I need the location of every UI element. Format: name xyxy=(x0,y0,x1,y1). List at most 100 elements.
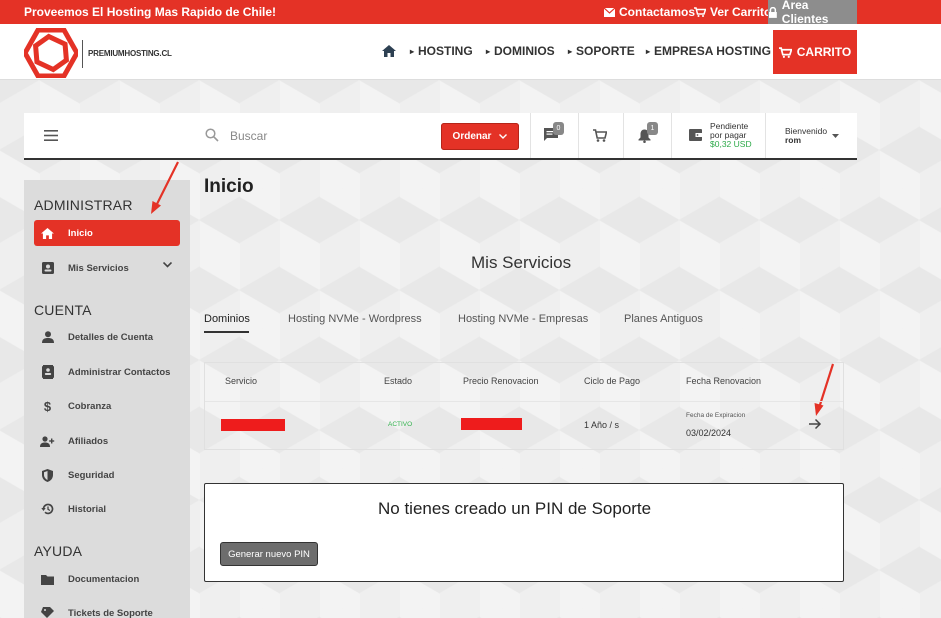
client-area-label: Area Clientes xyxy=(781,0,829,26)
user-menu-caret-icon[interactable] xyxy=(832,134,839,138)
search-icon xyxy=(205,128,219,142)
person-icon xyxy=(41,331,54,343)
sidebar-item-tickets[interactable]: Tickets de Soporte xyxy=(34,600,180,618)
nav-empresa-hosting-label: EMPRESA HOSTING xyxy=(654,44,771,58)
pending-payment[interactable]: Pendiente por pagar $0,32 USD xyxy=(710,122,752,149)
home-icon xyxy=(41,227,54,239)
divider xyxy=(530,113,531,158)
username: rom xyxy=(785,135,802,145)
sidebar-item-inicio[interactable]: Inicio xyxy=(34,220,180,246)
divider xyxy=(623,113,624,158)
status-badge: ACTIVO xyxy=(388,421,413,428)
contact-link[interactable]: Contactamos xyxy=(604,5,695,19)
sidebar-item-label: Administrar Contactos xyxy=(68,366,171,378)
arrow-right-icon[interactable] xyxy=(808,418,822,430)
sidebar-item-mis-servicios[interactable]: Mis Servicios xyxy=(34,255,180,281)
sidebar-item-documentacion[interactable]: Documentacion xyxy=(34,566,180,592)
sidebar-item-label: Historial xyxy=(68,503,107,515)
tab-dominios[interactable]: Dominios xyxy=(204,313,250,325)
expiry-label: Fecha de Expiracion xyxy=(686,412,746,419)
tab-hosting-wordpress[interactable]: Hosting NVMe - Wordpress xyxy=(288,313,422,325)
sidebar-heading-ayuda: AYUDA xyxy=(34,543,83,559)
order-button-label: Ordenar xyxy=(452,131,492,142)
sidebar-item-seguridad[interactable]: Seguridad xyxy=(34,462,180,488)
sidebar: ADMINISTRAR Inicio Mis Servicios CUENTA … xyxy=(24,180,190,618)
sidebar-item-label: Mis Servicios xyxy=(68,262,129,274)
lock-icon xyxy=(768,6,777,18)
notifications-badge: 1 xyxy=(647,122,658,135)
col-header-fecha: Fecha Renovacion xyxy=(686,376,762,386)
services-icon xyxy=(41,262,54,274)
top-bar: Proveemos El Hosting Mas Rapido de Chile… xyxy=(0,0,941,26)
sidebar-item-afiliados[interactable]: Afiliados xyxy=(34,428,180,454)
sidebar-heading-administrar: ADMINISTRAR xyxy=(34,197,133,213)
page-title: Inicio xyxy=(204,176,254,197)
app-bar: Ordenar 0 1 Pendiente por pagar $0,32 US… xyxy=(24,113,857,160)
col-header-estado: Estado xyxy=(384,376,413,386)
nav-dominios[interactable]: ▸ DOMINIOS xyxy=(486,44,555,58)
col-header-precio: Precio Renovacion xyxy=(463,376,539,386)
redacted-service-name xyxy=(221,419,285,431)
folder-icon xyxy=(41,574,54,585)
cart-button[interactable]: CARRITO xyxy=(773,30,857,74)
sidebar-item-label: Afiliados xyxy=(68,435,109,447)
cart-button-label: CARRITO xyxy=(796,45,852,59)
wallet-icon[interactable] xyxy=(689,129,702,141)
row-divider xyxy=(205,401,843,402)
sidebar-item-label: Tickets de Soporte xyxy=(68,607,153,618)
divider xyxy=(578,113,579,158)
envelope-icon xyxy=(604,7,615,17)
contacts-icon xyxy=(41,365,54,379)
client-area-link[interactable]: Area Clientes xyxy=(768,0,857,26)
expiry-date: 03/02/2024 xyxy=(686,428,732,438)
annotation-arrow xyxy=(151,161,179,214)
tab-hosting-empresas[interactable]: Hosting NVMe - Empresas xyxy=(458,313,588,325)
nav-soporte[interactable]: ▸ SOPORTE xyxy=(568,44,635,58)
nav-hosting[interactable]: ▸ HOSTING xyxy=(410,44,473,58)
nav-soporte-label: SOPORTE xyxy=(576,44,635,58)
sidebar-item-cobranza[interactable]: $ Cobranza xyxy=(34,393,180,419)
sidebar-heading-cuenta: CUENTA xyxy=(34,302,92,318)
site-header: PREMIUMHOSTING.CL ▸ HOSTING ▸ DOMINIOS ▸ SO… xyxy=(0,24,941,80)
logo-text: PREMIUMHOSTING.CL xyxy=(82,40,172,68)
user-menu[interactable]: Bienvenido rom xyxy=(785,127,827,145)
active-tab-indicator xyxy=(204,331,249,333)
sidebar-item-label: Documentacion xyxy=(68,573,140,585)
messages-badge: 0 xyxy=(553,122,564,135)
sidebar-item-label: Seguridad xyxy=(68,469,115,481)
col-header-ciclo: Ciclo de Pago xyxy=(584,376,641,386)
sidebar-item-label: Inicio xyxy=(68,227,93,239)
redacted-price xyxy=(461,418,522,430)
cart-icon xyxy=(778,46,792,58)
view-cart-label: Ver Carrito xyxy=(710,5,772,19)
divider xyxy=(765,113,766,158)
sidebar-item-label: Cobranza xyxy=(68,400,112,412)
sidebar-item-detalles[interactable]: Detalles de Cuenta xyxy=(34,324,180,350)
nav-empresa-hosting[interactable]: ▸ EMPRESA HOSTING xyxy=(646,44,771,58)
divider xyxy=(671,113,672,158)
support-pin-title: No tienes creado un PIN de Soporte xyxy=(378,499,652,518)
dollar-icon: $ xyxy=(43,398,52,414)
nav-hosting-label: HOSTING xyxy=(418,44,473,58)
shield-icon xyxy=(42,468,53,482)
sidebar-item-label: Detalles de Cuenta xyxy=(68,331,153,343)
search-input[interactable] xyxy=(230,126,420,146)
affiliates-icon xyxy=(40,435,55,447)
order-button[interactable]: Ordenar xyxy=(441,123,519,150)
col-header-servicio: Servicio xyxy=(225,376,258,386)
chevron-down-icon[interactable] xyxy=(163,262,172,268)
nav-dominios-label: DOMINIOS xyxy=(494,44,555,58)
sidebar-item-historial[interactable]: Historial xyxy=(34,496,180,522)
hamburger-menu-icon[interactable] xyxy=(44,130,58,141)
services-title: Mis Servicios xyxy=(471,253,572,272)
tab-planes-antiguos[interactable]: Planes Antiguos xyxy=(624,313,703,325)
sidebar-item-contactos[interactable]: Administrar Contactos xyxy=(34,359,180,385)
promo-text: Proveemos El Hosting Mas Rapido de Chile… xyxy=(24,5,277,19)
cart-icon xyxy=(694,7,706,17)
history-icon xyxy=(41,503,54,515)
home-nav-icon[interactable] xyxy=(382,45,396,57)
generate-pin-button[interactable]: Generar nuevo PIN xyxy=(220,542,318,566)
view-cart-link[interactable]: Ver Carrito xyxy=(694,5,771,19)
shopping-cart-icon[interactable] xyxy=(593,129,607,142)
logo-icon[interactable] xyxy=(24,28,78,78)
